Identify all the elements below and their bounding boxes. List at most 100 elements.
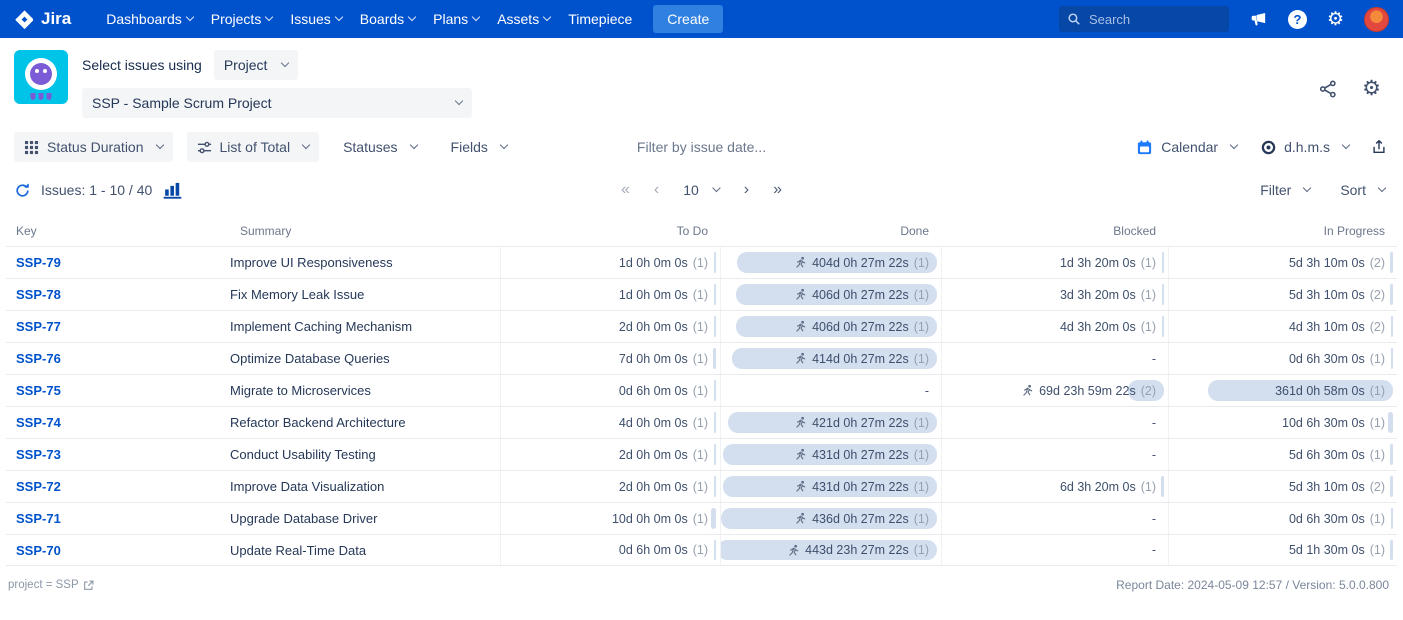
duration-cell-blocked: -	[941, 439, 1168, 470]
settings-gear-icon[interactable]: ⚙	[1327, 10, 1344, 29]
table-row: SSP-79 Improve UI Responsiveness 1d 0h 0…	[6, 246, 1397, 278]
time-format-dropdown[interactable]: d.h.m.s	[1259, 133, 1351, 161]
calendar-dropdown[interactable]: Calendar	[1134, 133, 1239, 162]
duration-cell-done: 421d 0h 27m 22s (1)	[720, 407, 941, 438]
issue-key-link[interactable]: SSP-78	[16, 287, 61, 302]
filter-label: Filter	[1260, 182, 1291, 198]
column-header-blocked: Blocked	[941, 224, 1168, 238]
help-icon[interactable]: ?	[1288, 10, 1307, 29]
last-page-button[interactable]: »	[773, 181, 782, 199]
duration-text: 10d 0h 0m 0s	[612, 512, 688, 526]
header-actions: ⚙	[1318, 78, 1387, 99]
duration-cell-done: 431d 0h 27m 22s(1)	[720, 471, 941, 502]
table-row: SSP-75 Migrate to Microservices 0d 6h 0m…	[6, 374, 1397, 406]
duration-bar	[714, 476, 716, 497]
search-input[interactable]	[1087, 11, 1207, 28]
table-row: SSP-71 Upgrade Database Driver 10d 0h 0m…	[6, 502, 1397, 534]
issue-key-link[interactable]: SSP-70	[16, 543, 61, 558]
duration-bar	[1161, 476, 1164, 497]
issue-count: (1)	[1141, 288, 1156, 302]
duration-text: 5d 1h 30m 0s	[1289, 543, 1365, 557]
jira-brand[interactable]: Jira	[14, 9, 71, 30]
jql-query-text: project = SSP	[8, 579, 79, 591]
running-status-icon	[787, 544, 800, 557]
report-footer: project = SSP Report Date: 2024-05-09 12…	[0, 566, 1403, 592]
first-page-button[interactable]: «	[621, 181, 630, 199]
filter-dropdown[interactable]: Filter	[1258, 178, 1312, 202]
report-settings-gear-icon[interactable]: ⚙	[1362, 78, 1381, 99]
prev-page-button[interactable]: ‹	[654, 181, 659, 199]
duration-cell-to-do: 2d 0h 0m 0s(1)	[500, 439, 720, 470]
chart-view-icon[interactable]	[162, 181, 183, 200]
grid-icon	[24, 140, 39, 155]
report-type-dropdown[interactable]: Status Duration	[14, 132, 173, 162]
duration-value: 5d 3h 10m 0s(2)	[1289, 288, 1385, 302]
running-status-icon	[794, 512, 807, 525]
issue-count: (2)	[1370, 480, 1385, 494]
issue-summary: Upgrade Database Driver	[230, 503, 500, 534]
user-avatar[interactable]	[1364, 7, 1389, 32]
issue-key-link[interactable]: SSP-74	[16, 415, 61, 430]
table-row: SSP-77 Implement Caching Mechanism 2d 0h…	[6, 310, 1397, 342]
issue-key-link[interactable]: SSP-79	[16, 255, 61, 270]
nav-menu-projects[interactable]: Projects	[202, 5, 282, 33]
duration-text: 5d 3h 10m 0s	[1289, 256, 1365, 270]
duration-text: 421d 0h 27m 22s	[812, 416, 909, 430]
chevron-down-icon	[155, 141, 163, 149]
issue-key-cell: SSP-76	[6, 343, 230, 374]
issue-date-filter[interactable]: Filter by issue date...	[637, 139, 766, 155]
issue-selector-block: Select issues using Project SSP - Sample…	[82, 50, 472, 118]
page-size-dropdown[interactable]: 10	[683, 182, 720, 198]
duration-text: 2d 0h 0m 0s	[619, 480, 688, 494]
duration-value: 0d 6h 30m 0s(1)	[1289, 352, 1385, 366]
nav-menu-issues[interactable]: Issues	[281, 5, 350, 33]
project-dropdown[interactable]: SSP - Sample Scrum Project	[82, 88, 472, 118]
duration-cell-in-progress: 0d 6h 30m 0s(1)	[1168, 343, 1397, 374]
view-mode-value: List of Total	[220, 139, 291, 155]
share-icon[interactable]	[1318, 79, 1338, 99]
calendar-label: Calendar	[1161, 139, 1218, 155]
duration-cell-done: 431d 0h 27m 22s(1)	[720, 439, 941, 470]
jql-query-link[interactable]: project = SSP	[8, 579, 94, 591]
statuses-label: Statuses	[343, 139, 397, 155]
issue-count: (1)	[914, 512, 929, 526]
view-mode-dropdown[interactable]: List of Total	[187, 132, 320, 162]
issue-count: (1)	[1141, 320, 1156, 334]
export-icon[interactable]	[1371, 139, 1387, 155]
chevron-down-icon	[408, 13, 416, 21]
fields-dropdown[interactable]: Fields	[441, 132, 517, 162]
issue-key-link[interactable]: SSP-71	[16, 511, 61, 526]
duration-bar	[714, 284, 716, 305]
duration-bar	[1388, 412, 1393, 433]
duration-value: 10d 0h 0m 0s (1)	[612, 512, 708, 526]
nav-menu-boards[interactable]: Boards	[351, 5, 424, 33]
issue-source-dropdown[interactable]: Project	[214, 50, 299, 80]
issue-count: (2)	[1370, 288, 1385, 302]
issue-key-link[interactable]: SSP-77	[16, 319, 61, 334]
nav-menu-plans[interactable]: Plans	[424, 5, 488, 33]
issue-count: (1)	[914, 416, 929, 430]
duration-cell-blocked: 6d 3h 20m 0s(1)	[941, 471, 1168, 502]
duration-value: 5d 3h 10m 0s(2)	[1289, 256, 1385, 270]
issue-key-cell: SSP-71	[6, 503, 230, 534]
duration-value: 421d 0h 27m 22s (1)	[794, 416, 929, 430]
calendar-icon	[1136, 139, 1153, 156]
refresh-icon[interactable]	[14, 182, 31, 199]
sort-dropdown[interactable]: Sort	[1338, 178, 1387, 202]
brand-name: Jira	[41, 9, 71, 29]
issue-key-link[interactable]: SSP-73	[16, 447, 61, 462]
next-page-button[interactable]: ›	[744, 181, 749, 199]
nav-item-timepiece[interactable]: Timepiece	[559, 5, 641, 33]
nav-menu-assets[interactable]: Assets	[488, 5, 559, 33]
issue-count: (1)	[914, 288, 929, 302]
issue-key-link[interactable]: SSP-72	[16, 479, 61, 494]
create-button[interactable]: Create	[653, 5, 723, 33]
issue-count: (1)	[693, 512, 708, 526]
nav-search[interactable]	[1059, 6, 1229, 32]
feedback-megaphone-icon[interactable]	[1249, 10, 1268, 29]
issue-key-link[interactable]: SSP-75	[16, 383, 61, 398]
statuses-dropdown[interactable]: Statuses	[333, 132, 426, 162]
issue-key-link[interactable]: SSP-76	[16, 351, 61, 366]
duration-bar	[1390, 540, 1393, 560]
nav-menu-dashboards[interactable]: Dashboards	[97, 5, 202, 33]
